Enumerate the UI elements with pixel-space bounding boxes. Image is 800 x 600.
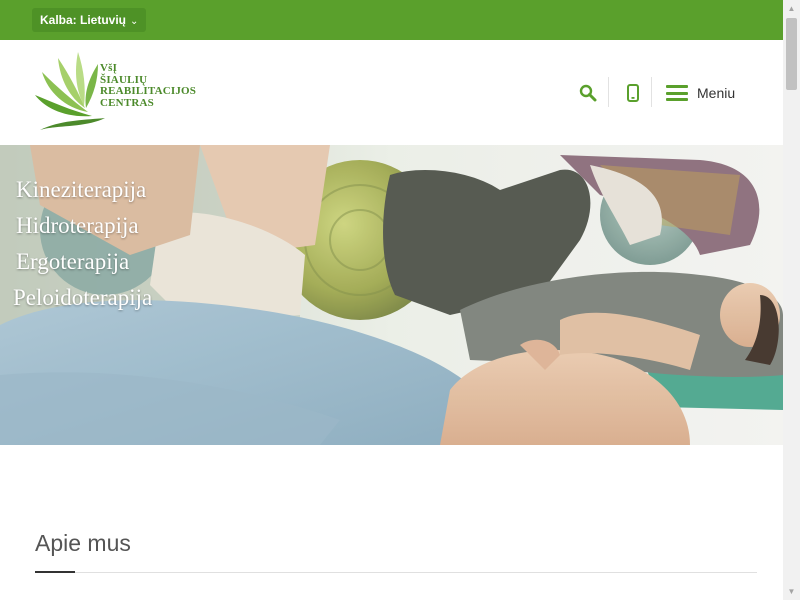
site-logo[interactable]: VšĮ ŠIAULIŲ REABILITACIJOS CENTRAS <box>30 50 197 135</box>
header-divider <box>608 77 609 107</box>
logo-line: REABILITACIJOS <box>100 85 197 97</box>
hero-service: Peloidoterapija <box>13 285 153 310</box>
section-title: Apie mus <box>35 530 131 556</box>
hero-service: Kineziterapija <box>16 177 147 202</box>
search-icon <box>579 84 597 102</box>
language-label: Kalba: Lietuvių <box>40 13 127 27</box>
vertical-scrollbar[interactable]: ▲ ▼ <box>783 0 800 600</box>
scrollbar-thumb[interactable] <box>786 18 797 90</box>
hamburger-icon <box>666 85 688 101</box>
phone-button[interactable] <box>618 78 648 108</box>
search-button[interactable] <box>573 78 603 108</box>
logo-line: VšĮ <box>100 62 118 74</box>
top-bar: Kalba: Lietuvių ⌄ <box>0 0 783 40</box>
page: Kalba: Lietuvių ⌄ VšĮ ŠIAULIŲ REABILITAC… <box>0 0 783 600</box>
scroll-down-arrow-icon[interactable]: ▼ <box>783 583 800 600</box>
section-title-underline <box>35 571 75 573</box>
hero-service: Hidroterapija <box>16 213 139 238</box>
menu-label: Meniu <box>697 85 736 101</box>
leaf-logo-icon <box>35 52 105 130</box>
hero-banner: Kineziterapija Hidroterapija Ergoterapij… <box>0 145 783 445</box>
logo-line: CENTRAS <box>100 96 154 109</box>
hero-service: Ergoterapija <box>16 249 130 274</box>
logo-text: VšĮ ŠIAULIŲ REABILITACIJOS CENTRAS <box>100 62 197 109</box>
section-divider <box>35 572 757 573</box>
site-header: VšĮ ŠIAULIŲ REABILITACIJOS CENTRAS Meniu <box>0 40 783 145</box>
menu-button[interactable]: Meniu <box>666 80 735 106</box>
phone-icon <box>627 84 639 102</box>
scroll-up-arrow-icon[interactable]: ▲ <box>783 0 800 17</box>
chevron-down-icon: ⌄ <box>130 15 139 27</box>
language-selector[interactable]: Kalba: Lietuvių ⌄ <box>32 8 147 32</box>
hero-services: Kineziterapija Hidroterapija Ergoterapij… <box>13 172 153 316</box>
header-divider <box>651 77 652 107</box>
